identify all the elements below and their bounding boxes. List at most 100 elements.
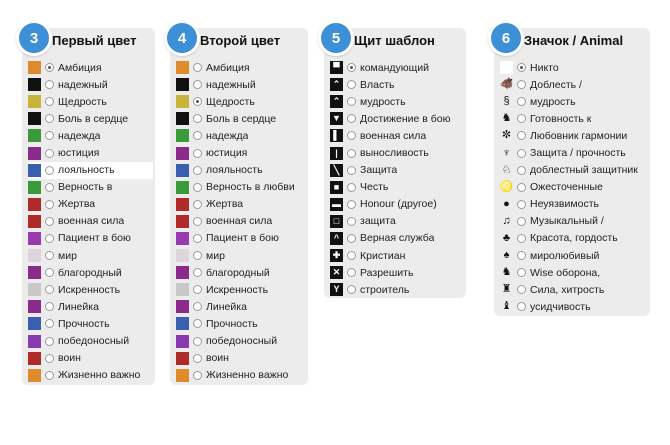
option-row[interactable]: ♞ Готовность к <box>500 110 650 127</box>
option-row[interactable]: ♣ Красота, гордость <box>500 230 650 247</box>
option-row[interactable]: Жизненно важно <box>176 367 308 384</box>
option-row[interactable]: Амбиция <box>176 59 308 76</box>
option-row[interactable]: § мудрость <box>500 93 650 110</box>
option-radio[interactable] <box>517 148 526 158</box>
option-radio[interactable] <box>193 148 202 158</box>
option-row[interactable]: Боль в сердце <box>176 110 308 127</box>
option-row[interactable]: юстиция <box>176 144 308 161</box>
option-radio[interactable] <box>347 165 356 175</box>
option-radio[interactable] <box>193 216 202 226</box>
option-radio[interactable] <box>517 80 526 90</box>
option-radio[interactable] <box>45 353 54 363</box>
option-row[interactable]: 🐗 Доблесть / <box>500 76 650 93</box>
option-radio[interactable] <box>517 131 526 141</box>
option-row[interactable]: Боль в сердце <box>28 110 155 127</box>
option-row[interactable]: ■ Честь <box>330 179 466 196</box>
option-radio[interactable] <box>45 319 54 329</box>
option-row[interactable]: воин <box>28 350 155 367</box>
option-radio[interactable] <box>45 216 54 226</box>
option-radio[interactable] <box>517 233 526 243</box>
option-radio[interactable] <box>347 199 356 209</box>
option-row[interactable]: ♜ Сила, хитрость <box>500 281 650 298</box>
option-radio[interactable] <box>45 199 54 209</box>
option-row[interactable]: надежда <box>28 127 155 144</box>
option-radio[interactable] <box>193 268 202 278</box>
option-radio[interactable] <box>45 80 54 90</box>
option-radio[interactable] <box>193 63 202 73</box>
option-row[interactable]: ╲ Защита <box>330 162 466 179</box>
option-radio[interactable] <box>517 63 526 73</box>
option-radio[interactable] <box>517 268 526 278</box>
option-row[interactable]: лояльность <box>28 161 153 179</box>
option-row[interactable]: ⌃ Власть <box>330 76 466 93</box>
option-row[interactable]: ♌ Ожесточенные <box>500 179 650 196</box>
option-row[interactable]: □ защита <box>330 213 466 230</box>
option-row[interactable]: Щедрость <box>28 93 155 110</box>
option-row[interactable]: Прочность <box>176 315 308 332</box>
option-radio[interactable] <box>517 165 526 175</box>
option-row[interactable]: | выносливость <box>330 144 466 161</box>
option-row[interactable]: мир <box>28 247 155 264</box>
option-row[interactable]: Линейка <box>28 298 155 315</box>
option-radio[interactable] <box>193 114 202 124</box>
option-row[interactable]: ▬ Honour (другое) <box>330 196 466 213</box>
option-radio[interactable] <box>347 131 356 141</box>
option-radio[interactable] <box>347 80 356 90</box>
option-row[interactable]: военная сила <box>28 213 155 230</box>
option-radio[interactable] <box>193 353 202 363</box>
option-radio[interactable] <box>347 216 356 226</box>
option-row[interactable]: Никто <box>500 59 650 76</box>
option-radio[interactable] <box>193 319 202 329</box>
option-radio[interactable] <box>45 131 54 141</box>
option-row[interactable]: Прочность <box>28 315 155 332</box>
option-radio[interactable] <box>45 97 54 107</box>
option-radio[interactable] <box>45 251 54 261</box>
option-row[interactable]: Щедрость <box>176 93 308 110</box>
option-row[interactable]: Искренность <box>176 281 308 298</box>
option-row[interactable]: ✚ Кристиан <box>330 247 466 264</box>
option-row[interactable]: мир <box>176 247 308 264</box>
option-radio[interactable] <box>193 97 202 107</box>
option-radio[interactable] <box>45 370 54 380</box>
option-radio[interactable] <box>347 148 356 158</box>
option-radio[interactable] <box>193 233 202 243</box>
option-row[interactable]: Искренность <box>28 281 155 298</box>
option-row[interactable]: Пациент в бою <box>28 230 155 247</box>
option-row[interactable]: ▀ командующий <box>330 59 466 76</box>
option-radio[interactable] <box>517 114 526 124</box>
option-radio[interactable] <box>193 370 202 380</box>
option-radio[interactable] <box>347 251 356 261</box>
option-radio[interactable] <box>517 97 526 107</box>
option-row[interactable]: ♘ доблестный защитник <box>500 162 650 179</box>
option-radio[interactable] <box>193 285 202 295</box>
option-row[interactable]: ♆ Защита / прочность <box>500 144 650 161</box>
option-row[interactable]: ✕ Разрешить <box>330 264 466 281</box>
option-radio[interactable] <box>517 182 526 192</box>
option-row[interactable]: Верность в любви <box>176 179 308 196</box>
option-radio[interactable] <box>517 251 526 261</box>
option-row[interactable]: Yстроитель <box>330 281 466 298</box>
option-radio[interactable] <box>347 114 356 124</box>
option-row[interactable]: победоносный <box>176 333 308 350</box>
option-row[interactable]: ● Неуязвимость <box>500 196 650 213</box>
option-radio[interactable] <box>45 336 54 346</box>
option-radio[interactable] <box>45 285 54 295</box>
option-row[interactable]: надежный <box>176 76 308 93</box>
option-row[interactable]: Пациент в бою <box>176 230 308 247</box>
option-row[interactable]: Жертва <box>28 196 155 213</box>
option-radio[interactable] <box>517 199 526 209</box>
option-row[interactable]: благородный <box>28 264 155 281</box>
option-radio[interactable] <box>517 285 526 295</box>
option-row[interactable]: военная сила <box>176 213 308 230</box>
option-row[interactable]: ♫ Музыкальный / <box>500 213 650 230</box>
option-radio[interactable] <box>347 182 356 192</box>
option-radio[interactable] <box>193 80 202 90</box>
option-row[interactable]: Амбиция <box>28 59 155 76</box>
option-row[interactable]: надежда <box>176 127 308 144</box>
option-radio[interactable] <box>45 268 54 278</box>
option-radio[interactable] <box>45 114 54 124</box>
option-row[interactable]: ✼ Любовник гармонии <box>500 127 650 144</box>
option-radio[interactable] <box>193 302 202 312</box>
option-radio[interactable] <box>193 199 202 209</box>
option-radio[interactable] <box>347 233 356 243</box>
